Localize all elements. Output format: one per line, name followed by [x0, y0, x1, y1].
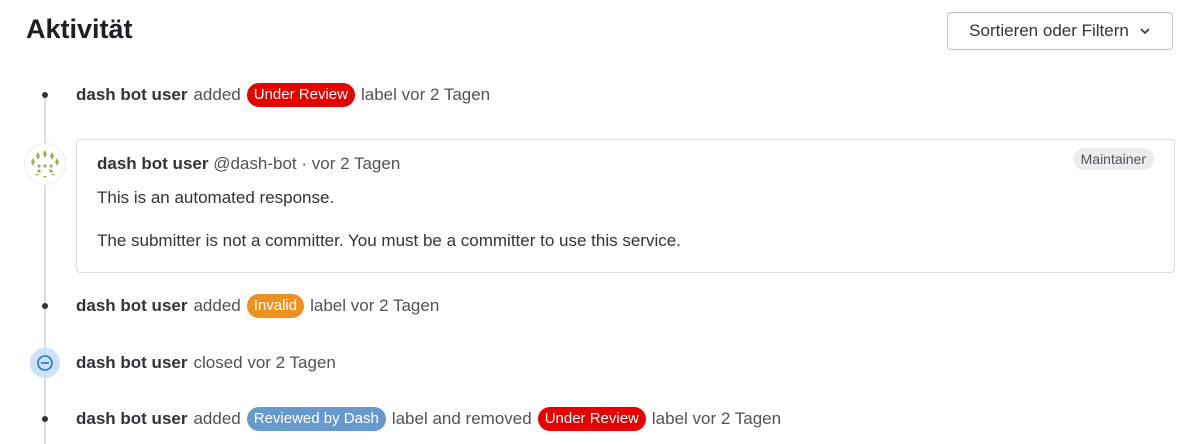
event-middle: label and removed: [391, 409, 532, 428]
label-invalid[interactable]: Invalid: [246, 294, 305, 318]
role-badge: Maintainer: [1072, 148, 1154, 170]
event-action: added: [193, 409, 241, 428]
note-paragraph: The submitter is not a committer. You mu…: [97, 231, 681, 250]
label-reviewed-by-dash[interactable]: Reviewed by Dash: [246, 407, 386, 431]
closed-circle-icon: [37, 355, 53, 371]
event-action: added: [193, 296, 241, 315]
label-under-review[interactable]: Under Review: [246, 83, 355, 107]
page-title: Aktivität: [26, 14, 133, 44]
event-text: closed vor 2 Tagen: [193, 353, 336, 372]
event-author[interactable]: dash bot user: [76, 85, 187, 105]
note-author[interactable]: dash bot user: [97, 154, 208, 173]
note-separator: ·: [301, 154, 308, 173]
identicon-avatar: [31, 150, 59, 178]
event-suffix: label vor 2 Tagen: [360, 85, 491, 104]
note-header: dash bot user @dash-bot · vor 2 Tagen: [97, 154, 400, 174]
event-author[interactable]: dash bot user: [76, 353, 187, 373]
activity-event: dash bot user added Under Review label v…: [76, 81, 490, 109]
sort-filter-button[interactable]: Sortieren oder Filtern: [947, 12, 1173, 50]
event-action: added: [193, 85, 241, 104]
activity-event: dash bot user added Invalid label vor 2 …: [76, 292, 439, 320]
timeline-dot: [42, 92, 48, 98]
label-under-review[interactable]: Under Review: [537, 407, 646, 431]
event-suffix: label vor 2 Tagen: [651, 409, 782, 428]
note-body: This is an automated response. The submi…: [97, 188, 681, 251]
timeline-dot: [42, 303, 48, 309]
event-author[interactable]: dash bot user: [76, 409, 187, 429]
timeline-dot: [42, 416, 48, 422]
chevron-down-icon: [1140, 28, 1150, 35]
activity-event: dash bot user added Reviewed by Dash lab…: [76, 405, 781, 433]
note-time[interactable]: vor 2 Tagen: [312, 154, 401, 173]
avatar[interactable]: [25, 144, 65, 184]
activity-event: dash bot user closed vor 2 Tagen: [76, 349, 336, 377]
event-suffix: label vor 2 Tagen: [310, 296, 440, 315]
note-handle[interactable]: @dash-bot: [213, 154, 296, 173]
event-author[interactable]: dash bot user: [76, 296, 187, 316]
closed-issue-icon: [30, 348, 60, 378]
note-paragraph: This is an automated response.: [97, 188, 335, 207]
comment-note: dash bot user @dash-bot · vor 2 Tagen Ma…: [76, 139, 1175, 273]
sort-filter-label: Sortieren oder Filtern: [969, 21, 1129, 40]
